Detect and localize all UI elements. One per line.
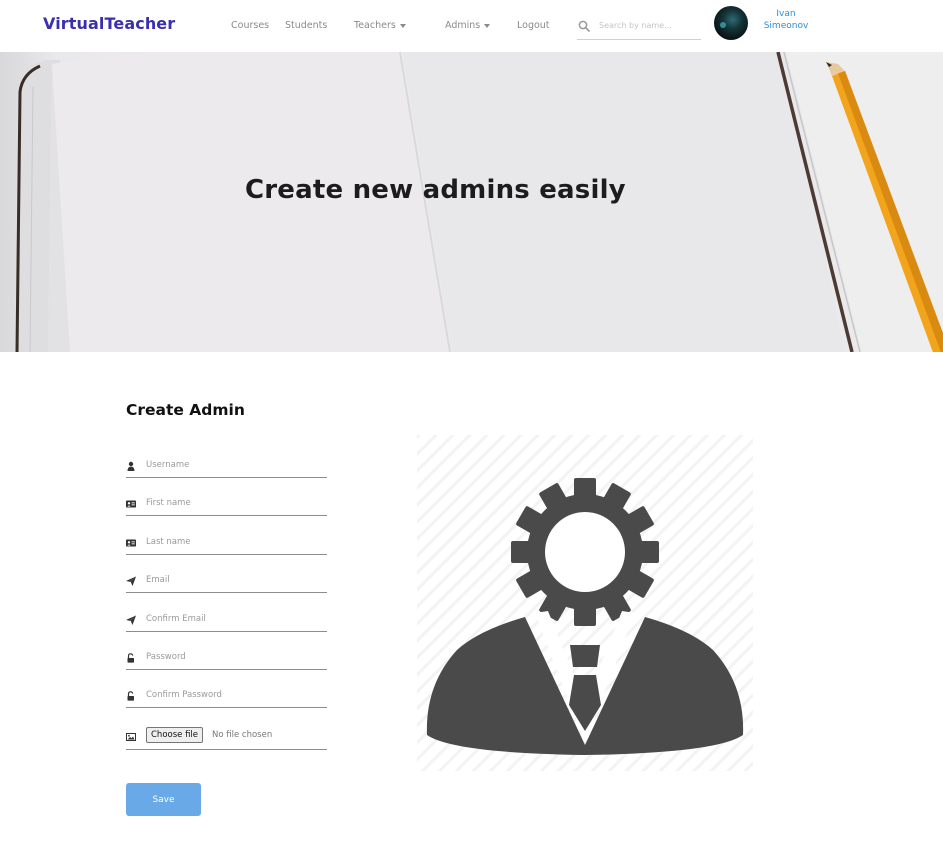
paper-plane-icon [126,576,136,586]
nav-teachers-dropdown[interactable]: Teachers [354,20,406,31]
id-card-icon [126,539,136,547]
confirm-password-input[interactable] [146,687,324,703]
nav-logout[interactable]: Logout [517,20,550,31]
search-input[interactable] [599,18,699,32]
admin-gear-person-icon [417,435,753,771]
user-profile-link[interactable]: Ivan Simeonov [760,8,812,32]
email-input[interactable] [146,572,324,588]
caret-down-icon [484,23,491,28]
password-field-group [126,646,327,670]
last-name-input[interactable] [146,534,324,550]
form-title: Create Admin [126,401,245,419]
avatar[interactable] [714,6,748,40]
confirm-email-input[interactable] [146,611,324,627]
save-button[interactable]: Save [126,783,201,816]
first-name-field-group [126,492,327,516]
paper-plane-icon [126,615,136,625]
user-first-name: Ivan [776,9,796,19]
user-icon [127,461,135,471]
unlock-icon [127,653,134,663]
first-name-input[interactable] [146,495,324,511]
nav-students[interactable]: Students [285,20,327,31]
last-name-field-group [126,531,327,555]
top-navbar: VirtualTeacher Courses Students Teachers… [0,0,943,52]
picture-field-group: Choose file No file chosen [126,726,327,750]
unlock-icon [127,691,134,701]
nav-admins-dropdown[interactable]: Admins [445,20,491,31]
image-icon [126,733,136,741]
hero-title: Create new admins easily [245,175,626,205]
confirm-email-field-group [126,608,327,632]
file-status-text: No file chosen [212,730,273,740]
nav-admins-label: Admins [445,20,481,31]
brand-logo-link[interactable]: VirtualTeacher [43,14,175,33]
choose-file-button[interactable]: Choose file [146,727,204,743]
email-field-group [126,569,327,593]
caret-down-icon [399,23,406,28]
password-input[interactable] [146,649,324,665]
search-box [577,12,701,40]
user-last-name: Simeonov [763,21,809,31]
nav-teachers-label: Teachers [354,20,396,31]
username-input[interactable] [146,457,324,473]
id-card-icon [126,500,136,508]
search-icon[interactable] [578,20,590,32]
nav-courses[interactable]: Courses [231,20,269,31]
hero-banner: Create new admins easily [0,52,943,352]
confirm-password-field-group [126,684,327,708]
username-field-group [126,454,327,478]
